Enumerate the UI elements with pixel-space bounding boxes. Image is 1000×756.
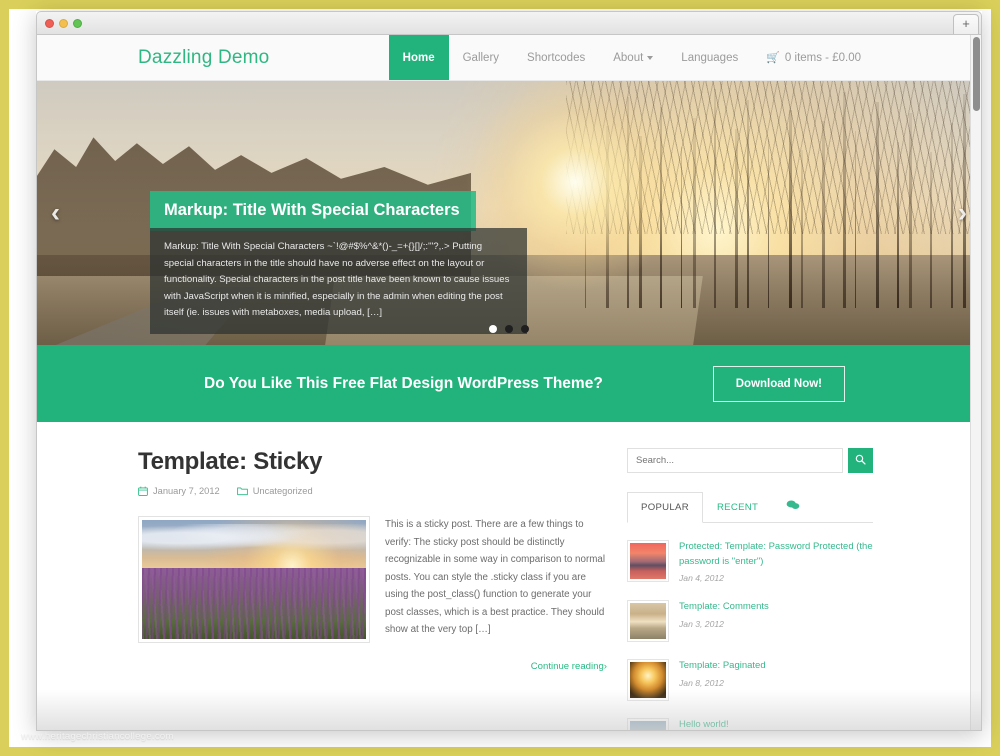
slider-next-icon[interactable]: › — [958, 198, 967, 229]
cart-label: 0 items - £0.00 — [784, 51, 861, 64]
list-item[interactable]: Template: Paginated Jan 8, 2012 — [627, 651, 873, 710]
vertical-scrollbar[interactable] — [970, 35, 981, 730]
list-item[interactable]: Template: Comments Jan 3, 2012 — [627, 592, 873, 651]
nav-label-gallery: Gallery — [462, 51, 500, 64]
nav-label-about: About — [613, 51, 644, 64]
search-widget — [627, 448, 873, 473]
nav-item-gallery[interactable]: Gallery — [449, 35, 513, 80]
decorative-frame: + Dazzling Demo Home Gallery Shortcodes — [0, 0, 1000, 756]
list-item-thumbnail[interactable] — [627, 659, 669, 701]
slider-prev-icon[interactable]: ‹ — [51, 198, 60, 229]
list-item-thumbnail[interactable] — [627, 540, 669, 582]
watermark: www.heritagechristiancollege.com — [21, 731, 174, 742]
sidebar-tabs: POPULAR RECENT — [627, 491, 873, 523]
page-viewport: Dazzling Demo Home Gallery Shortcodes Ab… — [36, 34, 982, 731]
scrollbar-thumb[interactable] — [973, 37, 980, 111]
post-meta: January 7, 2012 Uncategorized — [138, 486, 607, 496]
nav-item-languages[interactable]: Languages — [667, 35, 752, 80]
minimize-window-icon[interactable] — [59, 19, 68, 28]
nav-item-shortcodes[interactable]: Shortcodes — [513, 35, 599, 80]
popular-posts-list: Protected: Template: Password Protected … — [627, 523, 873, 730]
tab-comments[interactable] — [772, 491, 814, 523]
search-input[interactable] — [627, 448, 843, 473]
browser-window: + Dazzling Demo Home Gallery Shortcodes — [36, 11, 982, 731]
slider-dot-2[interactable] — [505, 325, 513, 333]
post-title[interactable]: Template: Sticky — [138, 448, 607, 476]
slider-pagination[interactable] — [489, 325, 529, 333]
chevron-down-icon — [647, 55, 654, 60]
main-navigation: Home Gallery Shortcodes About Languages — [388, 35, 981, 80]
hero-slide-excerpt: Markup: Title With Special Characters ~`… — [150, 228, 527, 334]
frame-inner: + Dazzling Demo Home Gallery Shortcodes — [9, 9, 991, 747]
hero-slider[interactable]: Markup: Title With Special Characters Ma… — [37, 81, 981, 345]
post-thumbnail[interactable] — [138, 516, 370, 643]
post-category[interactable]: Uncategorized — [236, 486, 313, 496]
calendar-icon — [138, 486, 148, 496]
search-icon — [855, 453, 866, 468]
download-now-button[interactable]: Download Now! — [712, 365, 845, 402]
new-tab-button[interactable]: + — [953, 14, 979, 34]
post-text: This is a sticky post. There are a few t… — [385, 516, 607, 672]
cta-banner: Do You Like This Free Flat Design WordPr… — [37, 345, 981, 422]
site-header: Dazzling Demo Home Gallery Shortcodes Ab… — [37, 35, 981, 81]
list-item-date: Jan 4, 2012 — [679, 573, 724, 583]
list-item-thumbnail[interactable] — [627, 718, 669, 730]
nav-label-shortcodes: Shortcodes — [527, 51, 586, 64]
post-date: January 7, 2012 — [138, 486, 220, 496]
folder-icon — [236, 486, 248, 496]
post-category-label: Uncategorized — [252, 486, 313, 496]
tab-popular[interactable]: POPULAR — [627, 492, 703, 523]
nav-label-home: Home — [402, 51, 435, 64]
browser-titlebar: + — [36, 11, 982, 34]
cta-headline: Do You Like This Free Flat Design WordPr… — [204, 374, 603, 392]
comments-icon — [786, 500, 800, 514]
continue-reading-link[interactable]: Continue reading› — [385, 661, 607, 672]
list-item[interactable]: Protected: Template: Password Protected … — [627, 532, 873, 592]
list-item-title[interactable]: Hello world! — [679, 718, 873, 730]
nav-item-about[interactable]: About — [599, 35, 667, 80]
post-excerpt: This is a sticky post. There are a few t… — [385, 519, 605, 635]
window-controls[interactable] — [45, 19, 82, 28]
list-item-date: Jan 8, 2012 — [679, 677, 724, 688]
hero-slide-title[interactable]: Markup: Title With Special Characters — [150, 191, 476, 231]
slider-dot-1[interactable] — [489, 325, 497, 333]
tab-recent[interactable]: RECENT — [703, 492, 772, 523]
sidebar: POPULAR RECENT Protected: Templat — [627, 448, 873, 730]
list-item-title[interactable]: Protected: Template: Password Protected … — [679, 540, 873, 569]
close-window-icon[interactable] — [45, 19, 54, 28]
cart-icon: 🛒 — [766, 52, 780, 64]
search-button[interactable] — [848, 448, 873, 473]
list-item-thumbnail[interactable] — [627, 600, 669, 642]
zoom-window-icon[interactable] — [73, 19, 82, 28]
content-area: Template: Sticky January 7, 2012 Uncateg… — [37, 422, 981, 730]
post-body: This is a sticky post. There are a few t… — [138, 516, 607, 672]
list-item-date: Jan 3, 2012 — [679, 618, 724, 629]
post-thumbnail-art — [142, 520, 366, 639]
chevron-right-icon: › — [603, 660, 607, 672]
list-item-title[interactable]: Template: Comments — [679, 600, 873, 615]
post-date-label: January 7, 2012 — [153, 486, 220, 496]
list-item[interactable]: Hello world! Feb 28, 2014 — [627, 710, 873, 730]
main-column: Template: Sticky January 7, 2012 Uncateg… — [37, 448, 627, 709]
continue-reading-label: Continue reading — [530, 660, 604, 672]
cart-menu-item[interactable]: 🛒 0 items - £0.00 — [752, 35, 875, 80]
nav-label-languages: Languages — [681, 51, 739, 64]
nav-item-home[interactable]: Home — [388, 35, 449, 80]
slider-dot-3[interactable] — [521, 325, 529, 333]
site-title[interactable]: Dazzling Demo — [138, 47, 269, 69]
list-item-title[interactable]: Template: Paginated — [679, 659, 873, 674]
